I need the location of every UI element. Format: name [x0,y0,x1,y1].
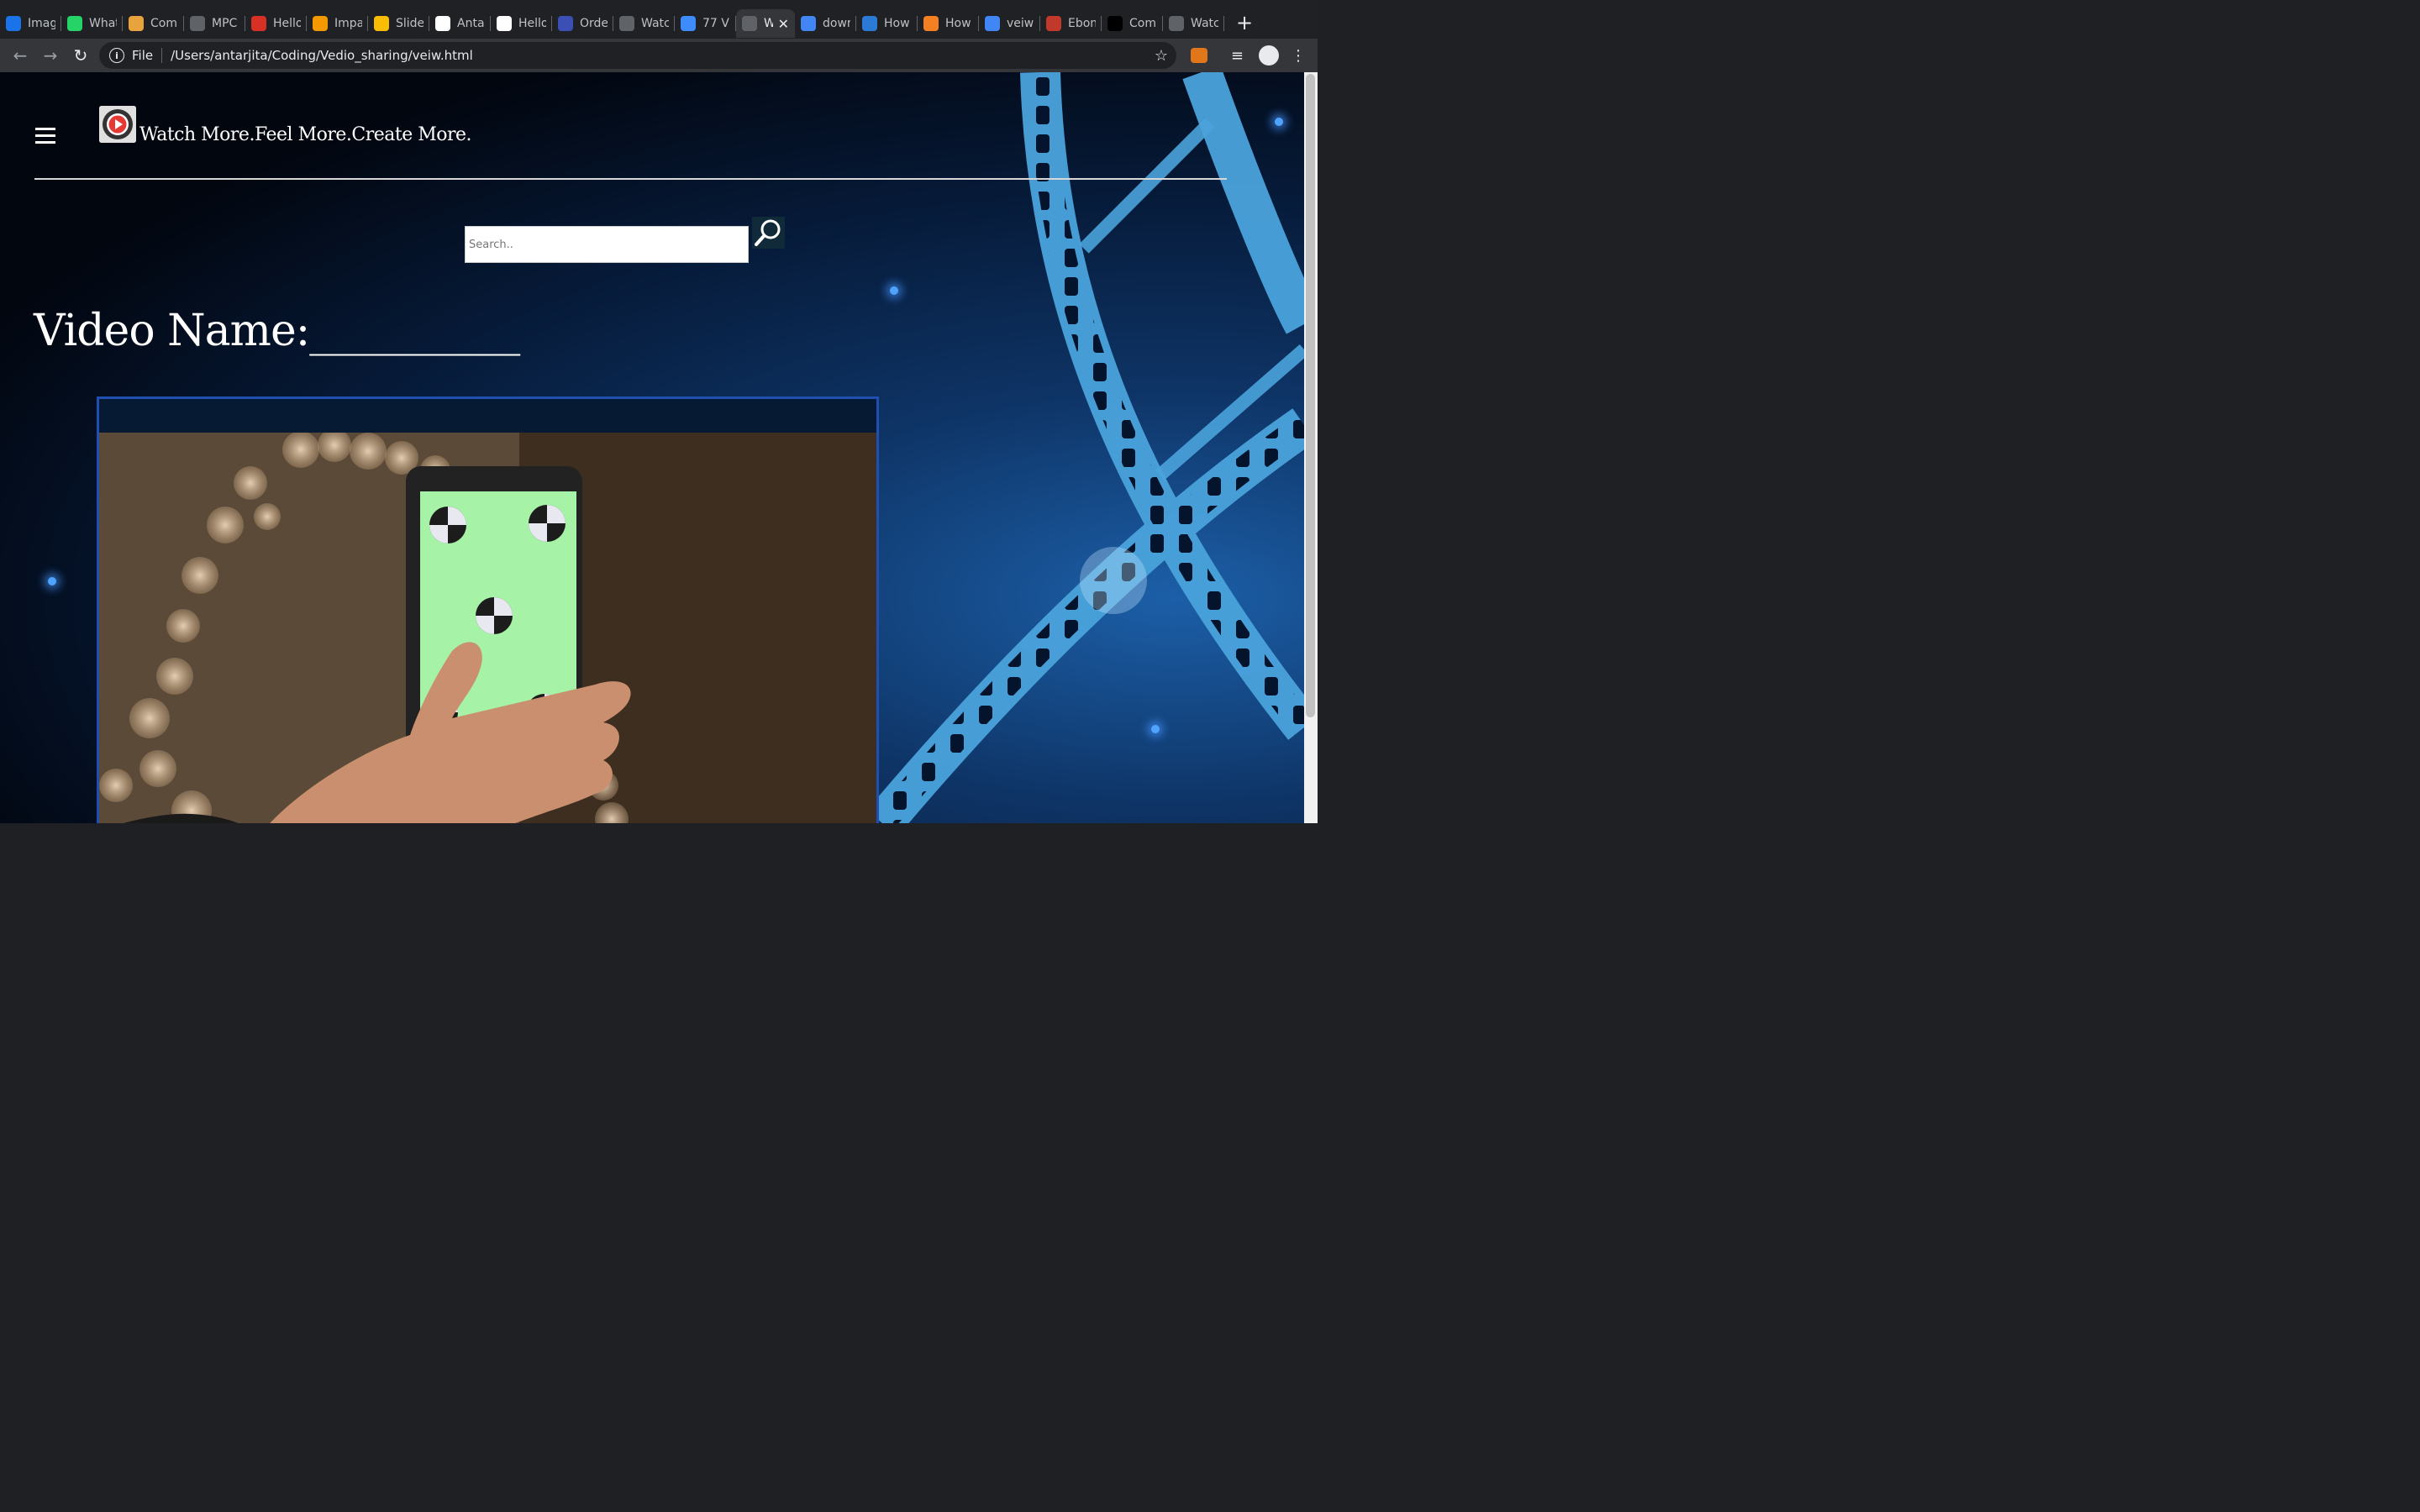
url-protocol: File [132,48,163,63]
tab-title: Anta [457,17,485,30]
tab-title: Watc [641,17,669,30]
browser-tab[interactable]: veiw [979,9,1040,38]
tab-strip: Imag What Com MPC Hello Impa Slide Anta Hello Ord… [0,0,1318,39]
globe-icon [619,16,634,31]
address-bar[interactable]: i File /Users/antarjita/Coding/Vedio_sha… [99,42,1176,69]
browser-tab[interactable]: 77 V [675,9,736,38]
browser-tab[interactable]: How [856,9,918,38]
logo-play-icon [99,106,136,143]
browser-tab[interactable]: Watc [613,9,675,38]
browser-tab[interactable]: Imag [0,9,61,38]
github-icon [435,16,450,31]
github-icon [497,16,512,31]
more-menu-icon[interactable]: ⋮ [1291,47,1306,65]
brand-tagline: Watch More.Feel More.Create More. [139,124,472,145]
glow-dot [1275,118,1283,126]
browser-tab[interactable]: W ✕ [736,9,795,38]
tab-title: How [945,17,971,30]
browser-tab[interactable]: What [61,9,123,38]
tab-title: What [89,17,117,30]
back-arrow-icon[interactable]: ← [5,45,35,66]
tab-title: Imag [28,17,55,30]
new-tab-plus-icon[interactable]: + [1236,11,1253,34]
browser-tab[interactable]: Ebon [1040,9,1102,38]
browser-tab[interactable]: Com [123,9,184,38]
is-icon [6,16,21,31]
drive-icon [374,16,389,31]
m-icon [1046,16,1061,31]
browser-tab[interactable]: Slide [368,9,429,38]
forward-arrow-icon[interactable]: → [35,45,66,66]
google-icon [985,16,1000,31]
glow-dot [1151,725,1160,733]
page-scrollbar[interactable] [1304,72,1318,823]
browser-toolbar: ← → ↻ i File /Users/antarjita/Coding/Ved… [0,39,1318,72]
globe-icon [1169,16,1184,31]
stack-icon [923,16,939,31]
video-player[interactable] [99,433,876,823]
globe-icon [190,16,205,31]
metamask-fox-icon[interactable] [1190,48,1207,63]
close-icon[interactable]: ✕ [778,16,789,32]
whatsapp-icon [67,16,82,31]
media-control-icon[interactable]: ≡ [1231,47,1244,65]
reload-icon[interactable]: ↻ [66,45,96,66]
gmail-icon [251,16,266,31]
profile-avatar[interactable] [1259,45,1279,66]
tab-title: W [764,17,773,30]
tab-title: How [884,17,910,30]
glow-dot [48,577,56,585]
tab-title: dowr [823,17,850,30]
browser-tab[interactable]: dowr [795,9,856,38]
info-icon[interactable]: i [109,48,124,63]
browser-tab[interactable]: Anta [429,9,491,38]
url-text[interactable]: /Users/antarjita/Coding/Vedio_sharing/ve… [171,48,473,63]
web-page: Watch More.Feel More.Create More. Video … [0,72,1304,823]
browser-tab[interactable]: MPC [184,9,245,38]
video-name-heading: Video Name:__________ [34,306,520,356]
browser-tab[interactable]: How [918,9,979,38]
bookmark-star-icon[interactable]: ☆ [1155,47,1168,65]
tab-title: 77 V [702,17,729,30]
browser-tab[interactable]: Orde [552,9,613,38]
glow-dot [890,286,898,295]
ps-icon [1107,16,1123,31]
tab-title: MPC [212,17,238,30]
tab-title: Ebon [1068,17,1096,30]
browser-tab[interactable]: Impa [307,9,368,38]
tab-title: Slide [396,17,424,30]
tab-title: Hello [273,17,301,30]
tab-title: Com [150,17,177,30]
hamburger-menu-icon[interactable] [35,128,55,144]
book-icon [129,16,144,31]
snowflake-icon [862,16,877,31]
globe-icon [742,16,757,31]
tab-title: Watc [1191,17,1218,30]
browser-tab[interactable]: Watc [1163,9,1224,38]
p-icon [558,16,573,31]
tab-title: Hello [518,17,546,30]
search-input[interactable] [465,226,749,263]
browser-tab[interactable]: Com [1102,9,1163,38]
tab-title: veiw [1007,17,1034,30]
google-icon [801,16,816,31]
browser-tab[interactable]: Hello [491,9,552,38]
tab-title: Orde [580,17,608,30]
spark-icon [313,16,328,31]
search-icon[interactable] [752,217,785,249]
tab-title: Com [1129,17,1156,30]
header-divider [34,178,1227,180]
scrollbar-thumb[interactable] [1306,74,1315,717]
browser-tab[interactable]: Hello [245,9,307,38]
tab-title: Impa [334,17,362,30]
n-icon [681,16,696,31]
